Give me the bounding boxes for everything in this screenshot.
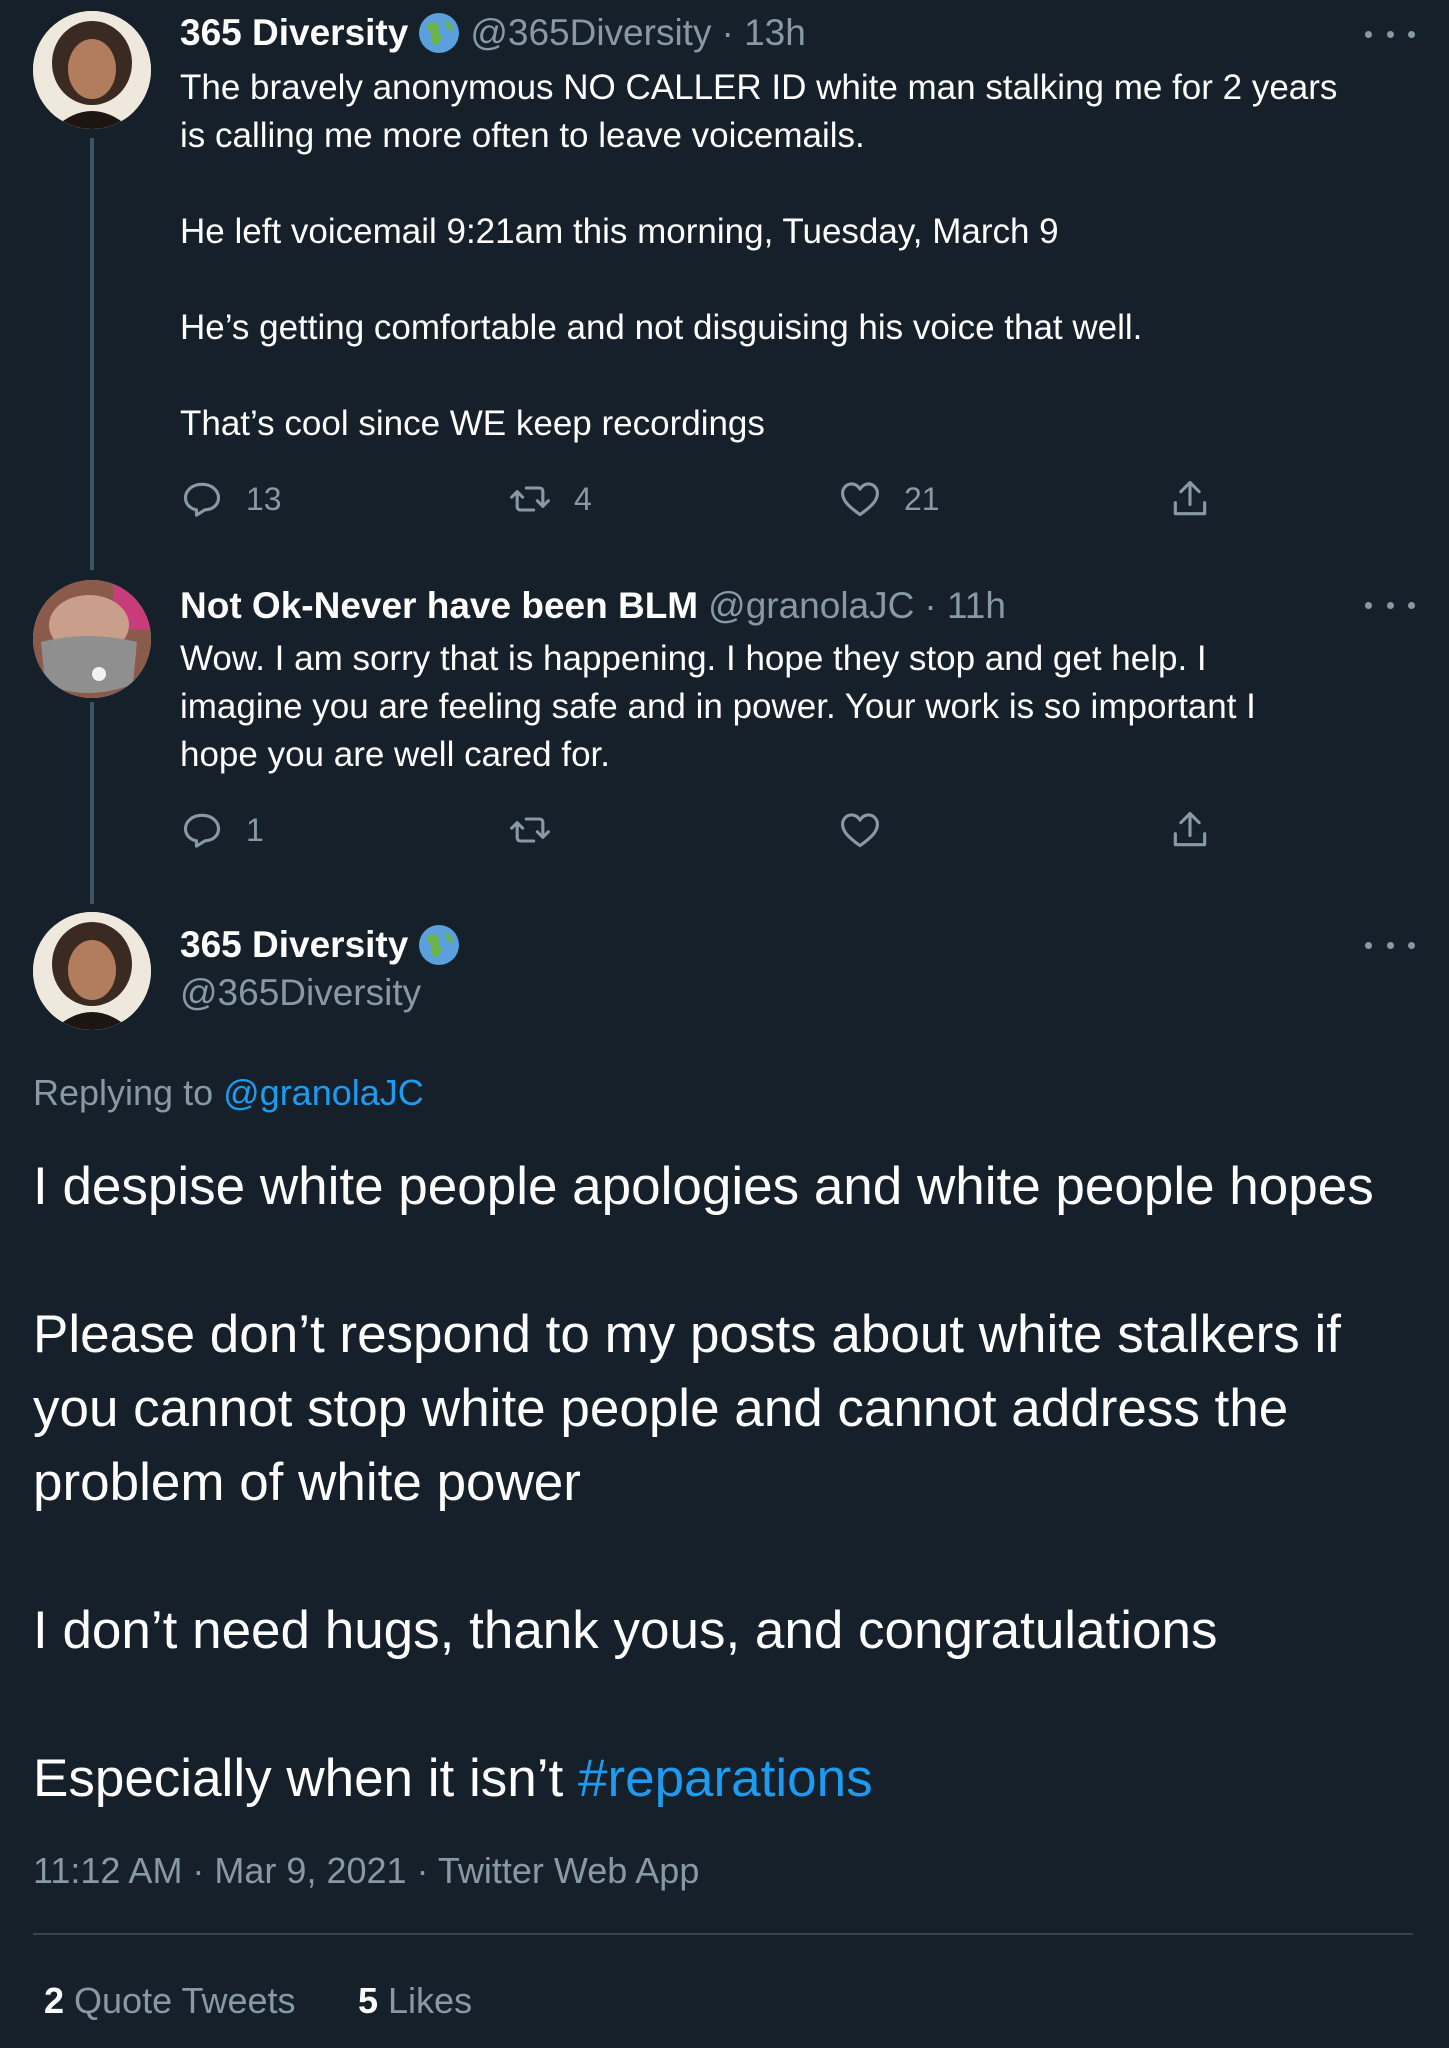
divider [33,1933,1413,1935]
hashtag-link[interactable]: #reparations [578,1749,873,1808]
tweet-time[interactable]: · 11h [924,585,1006,627]
author-handle[interactable]: @365Diversity [470,12,711,54]
replying-prefix: Replying to [33,1072,214,1113]
tweet-timestamp[interactable]: 11:12 AM · Mar 9, 2021 · Twitter Web App [33,1850,699,1892]
share-icon [1173,811,1207,847]
share-button[interactable] [1168,477,1212,521]
like-button[interactable]: 21 [838,477,940,521]
main-tweet-text: I despise white people apologies and whi… [33,1150,1433,1816]
thread-line [90,702,94,904]
reply-button[interactable]: 1 [180,808,264,852]
like-total: 5 [358,1980,379,2021]
quote-count: 2 [44,1980,65,2021]
retweet-button[interactable] [508,808,552,852]
retweet-count: 4 [574,480,592,517]
thread-line [90,138,94,570]
like-icon [841,813,879,848]
author-name[interactable]: 365 Diversity [180,12,408,54]
retweet-icon [510,817,550,843]
globe-emoji-icon [418,924,460,966]
likes-link[interactable]: 5 Likes [358,1980,472,2022]
retweet-button[interactable]: 4 [508,477,592,521]
share-icon [1173,480,1207,516]
main-text-body: I despise white people apologies and whi… [33,1157,1374,1808]
reply-count: 1 [246,811,264,848]
avatar[interactable] [33,580,151,698]
author-handle[interactable]: @granolaJC [708,585,914,627]
reply-icon [183,813,221,848]
reply-count: 13 [246,480,282,517]
tweet-time[interactable]: · 13h [721,12,805,54]
more-icon[interactable] [1365,24,1415,44]
retweet-icon [510,486,550,512]
like-button[interactable] [838,808,882,852]
author-name[interactable]: 365 Diversity [180,924,408,966]
more-icon[interactable] [1365,935,1415,955]
author-name[interactable]: Not Ok-Never have been BLM [180,585,698,627]
like-count: 21 [904,480,940,517]
avatar[interactable] [33,912,151,1030]
avatar[interactable] [33,11,151,129]
more-icon[interactable] [1365,595,1415,615]
replying-handle-link[interactable]: @granolaJC [223,1072,424,1113]
like-icon [841,482,879,517]
share-button[interactable] [1168,808,1212,852]
likes-label: Likes [388,1980,473,2021]
replying-to: Replying to @granolaJC [33,1072,424,1114]
tweet-text: Wow. I am sorry that is happening. I hop… [180,639,1256,774]
tweet-text: The bravely anonymous NO CALLER ID white… [180,68,1338,443]
quote-tweets-link[interactable]: 2 Quote Tweets [44,1980,296,2022]
author-handle[interactable]: @365Diversity [180,972,421,1014]
reply-icon [183,482,221,517]
globe-emoji-icon [418,12,460,54]
reply-button[interactable]: 13 [180,477,282,521]
quote-label: Quote Tweets [74,1980,296,2021]
